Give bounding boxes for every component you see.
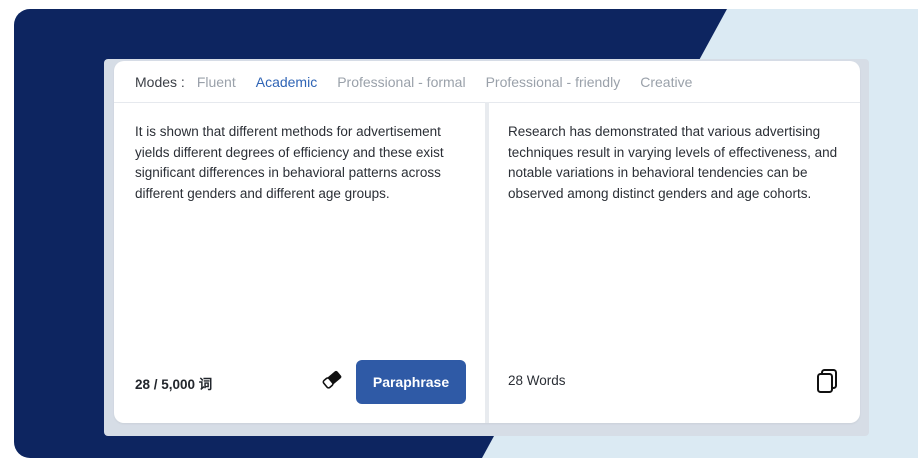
pane-divider (485, 102, 489, 423)
mode-academic[interactable]: Academic (256, 74, 317, 90)
mode-professional-formal[interactable]: Professional - formal (337, 74, 465, 90)
eraser-icon[interactable] (320, 367, 344, 391)
mode-creative[interactable]: Creative (640, 74, 692, 90)
modes-bar: Modes : Fluent Academic Professional - f… (114, 61, 860, 103)
output-text: Research has demonstrated that various a… (508, 124, 838, 201)
input-word-count: 28 / 5,000 词 (135, 377, 213, 392)
paraphraser-card: Modes : Fluent Academic Professional - f… (114, 61, 860, 423)
output-word-count: 28 Words (508, 373, 566, 388)
modes-label: Modes : (135, 73, 185, 90)
paraphrase-button[interactable]: Paraphrase (356, 360, 466, 404)
mode-professional-friendly[interactable]: Professional - friendly (486, 74, 621, 90)
mode-fluent[interactable]: Fluent (197, 74, 236, 90)
copy-icon[interactable] (815, 368, 839, 394)
input-text[interactable]: It is shown that different methods for a… (135, 122, 470, 204)
